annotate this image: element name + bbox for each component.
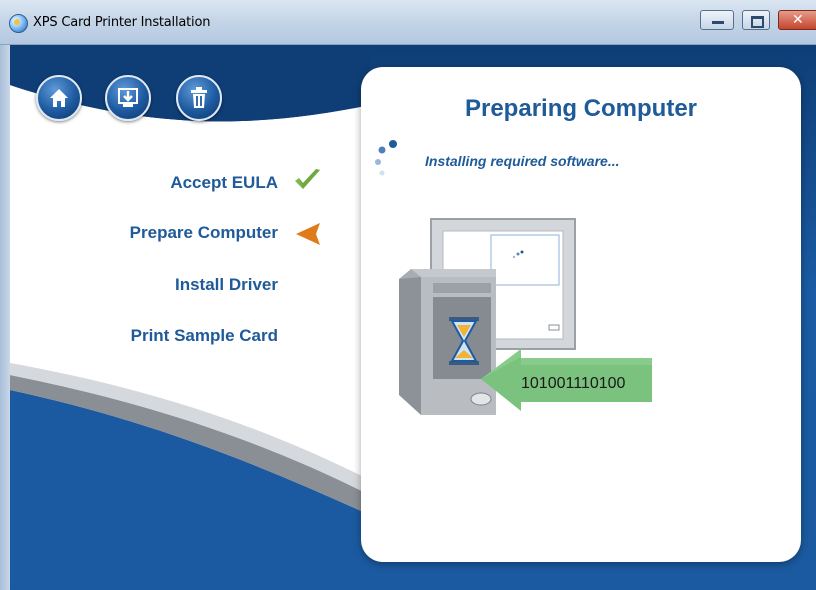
- step-prepare-computer: Prepare Computer: [129, 223, 278, 242]
- installer-content: Accept EULA Prepare Computer Install Dri…: [10, 45, 816, 590]
- step-list: Accept EULA Prepare Computer Install Dri…: [10, 45, 278, 445]
- maximize-icon: [751, 16, 764, 28]
- step-print-sample-card: Print Sample Card: [130, 326, 278, 345]
- spinner-dots-icon: [375, 140, 397, 176]
- installer-window: XPS Card Printer Installation ✕ Accept E…: [0, 0, 816, 590]
- maximize-button[interactable]: [742, 10, 770, 30]
- step-accept-eula: Accept EULA: [170, 173, 278, 192]
- status-text: Installing required software...: [425, 153, 620, 169]
- binary-readout: 101001110100: [521, 375, 626, 392]
- minimize-icon: [712, 21, 724, 24]
- main-panel: Preparing Computer Installing required s…: [361, 67, 801, 562]
- title-bar: XPS Card Printer Installation ✕: [0, 0, 816, 45]
- close-icon: ✕: [792, 12, 804, 28]
- minimize-button[interactable]: [700, 10, 734, 30]
- close-button[interactable]: ✕: [778, 10, 816, 30]
- computer-tower-icon: [399, 269, 496, 415]
- printer-cd-icon: [9, 14, 28, 33]
- step-install-driver: Install Driver: [175, 275, 278, 294]
- window-frame-left: [0, 45, 10, 590]
- window-title: XPS Card Printer Installation: [33, 15, 211, 30]
- panel-title: Preparing Computer: [464, 95, 698, 122]
- computer-illustration: [399, 218, 652, 415]
- checkmark-icon: [295, 169, 320, 189]
- arrow-left-icon: [296, 223, 320, 245]
